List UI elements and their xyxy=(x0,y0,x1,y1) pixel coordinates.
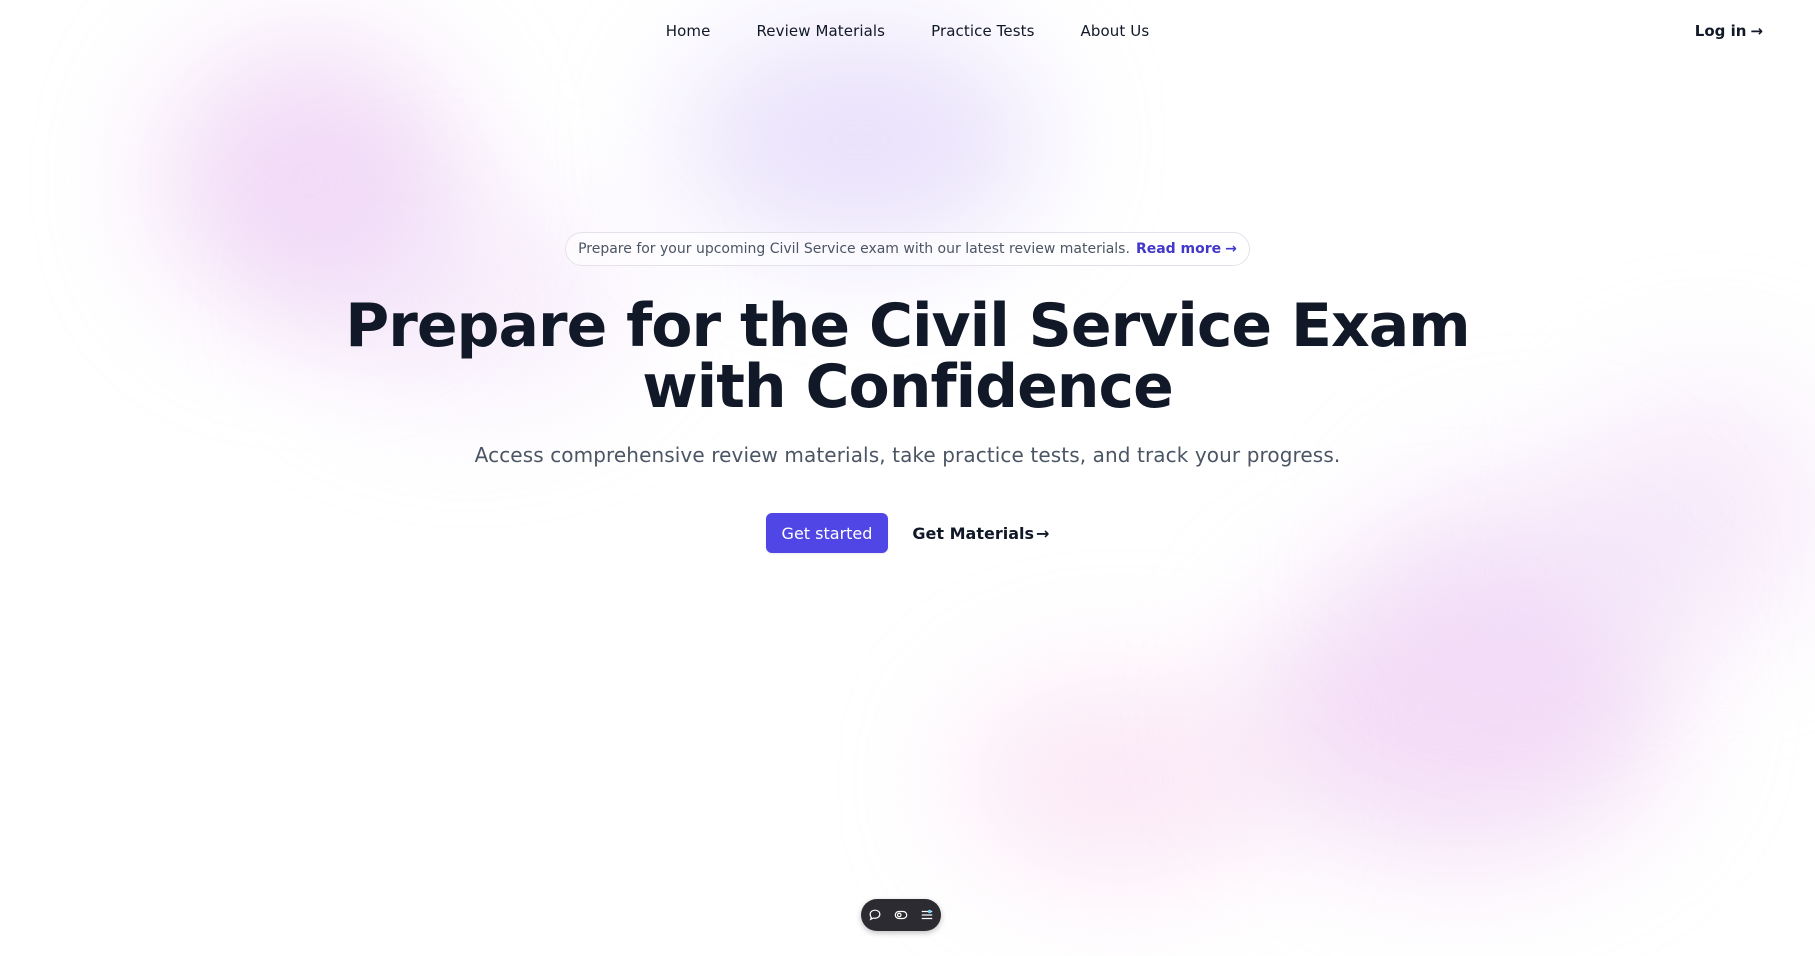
hero-subtitle: Access comprehensive review materials, t… xyxy=(474,443,1341,467)
announcement-pill: Prepare for your upcoming Civil Service … xyxy=(565,232,1250,266)
read-more-link[interactable]: Read more → xyxy=(1136,241,1237,257)
arrow-right-icon: → xyxy=(1750,22,1763,40)
nav-item-practice-tests[interactable]: Practice Tests xyxy=(931,22,1034,40)
arrow-right-icon: → xyxy=(1036,523,1050,543)
arrow-right-icon: → xyxy=(1225,241,1237,257)
announcement-wrapper: Prepare for your upcoming Civil Service … xyxy=(0,232,1815,266)
background-blob xyxy=(1250,560,1670,860)
settings-sliders-icon[interactable] xyxy=(918,906,936,924)
login-label: Log in xyxy=(1694,22,1747,40)
main-nav: Home Review Materials Practice Tests Abo… xyxy=(0,22,1815,40)
background-blob xyxy=(680,30,1040,250)
login-link[interactable]: Log in → xyxy=(1695,22,1763,40)
background-blob xyxy=(960,680,1280,880)
toggle-icon[interactable] xyxy=(892,906,910,924)
nav-item-about-us[interactable]: About Us xyxy=(1081,22,1150,40)
background-blob xyxy=(1380,460,1680,680)
get-materials-label: Get Materials xyxy=(912,523,1035,543)
get-materials-link[interactable]: Get Materials → xyxy=(912,524,1049,543)
hero-title-line-2: with Confidence xyxy=(642,352,1174,422)
hero-title-line-1: Prepare for the Civil Service Exam xyxy=(345,291,1470,361)
page: Home Review Materials Practice Tests Abo… xyxy=(0,0,1815,956)
hero-actions: Get started Get Materials → xyxy=(0,513,1815,553)
hero-title: Prepare for the Civil Service Exam with … xyxy=(0,296,1815,418)
nav-item-home[interactable]: Home xyxy=(666,22,711,40)
get-started-button[interactable]: Get started xyxy=(765,513,889,553)
chat-icon[interactable] xyxy=(866,906,884,924)
announcement-text: Prepare for your upcoming Civil Service … xyxy=(578,241,1130,257)
nav-item-review-materials[interactable]: Review Materials xyxy=(756,22,885,40)
read-more-label: Read more xyxy=(1135,241,1222,257)
background-blob xyxy=(160,40,460,320)
background-blob xyxy=(1580,380,1815,640)
floating-toolbar xyxy=(861,899,941,931)
